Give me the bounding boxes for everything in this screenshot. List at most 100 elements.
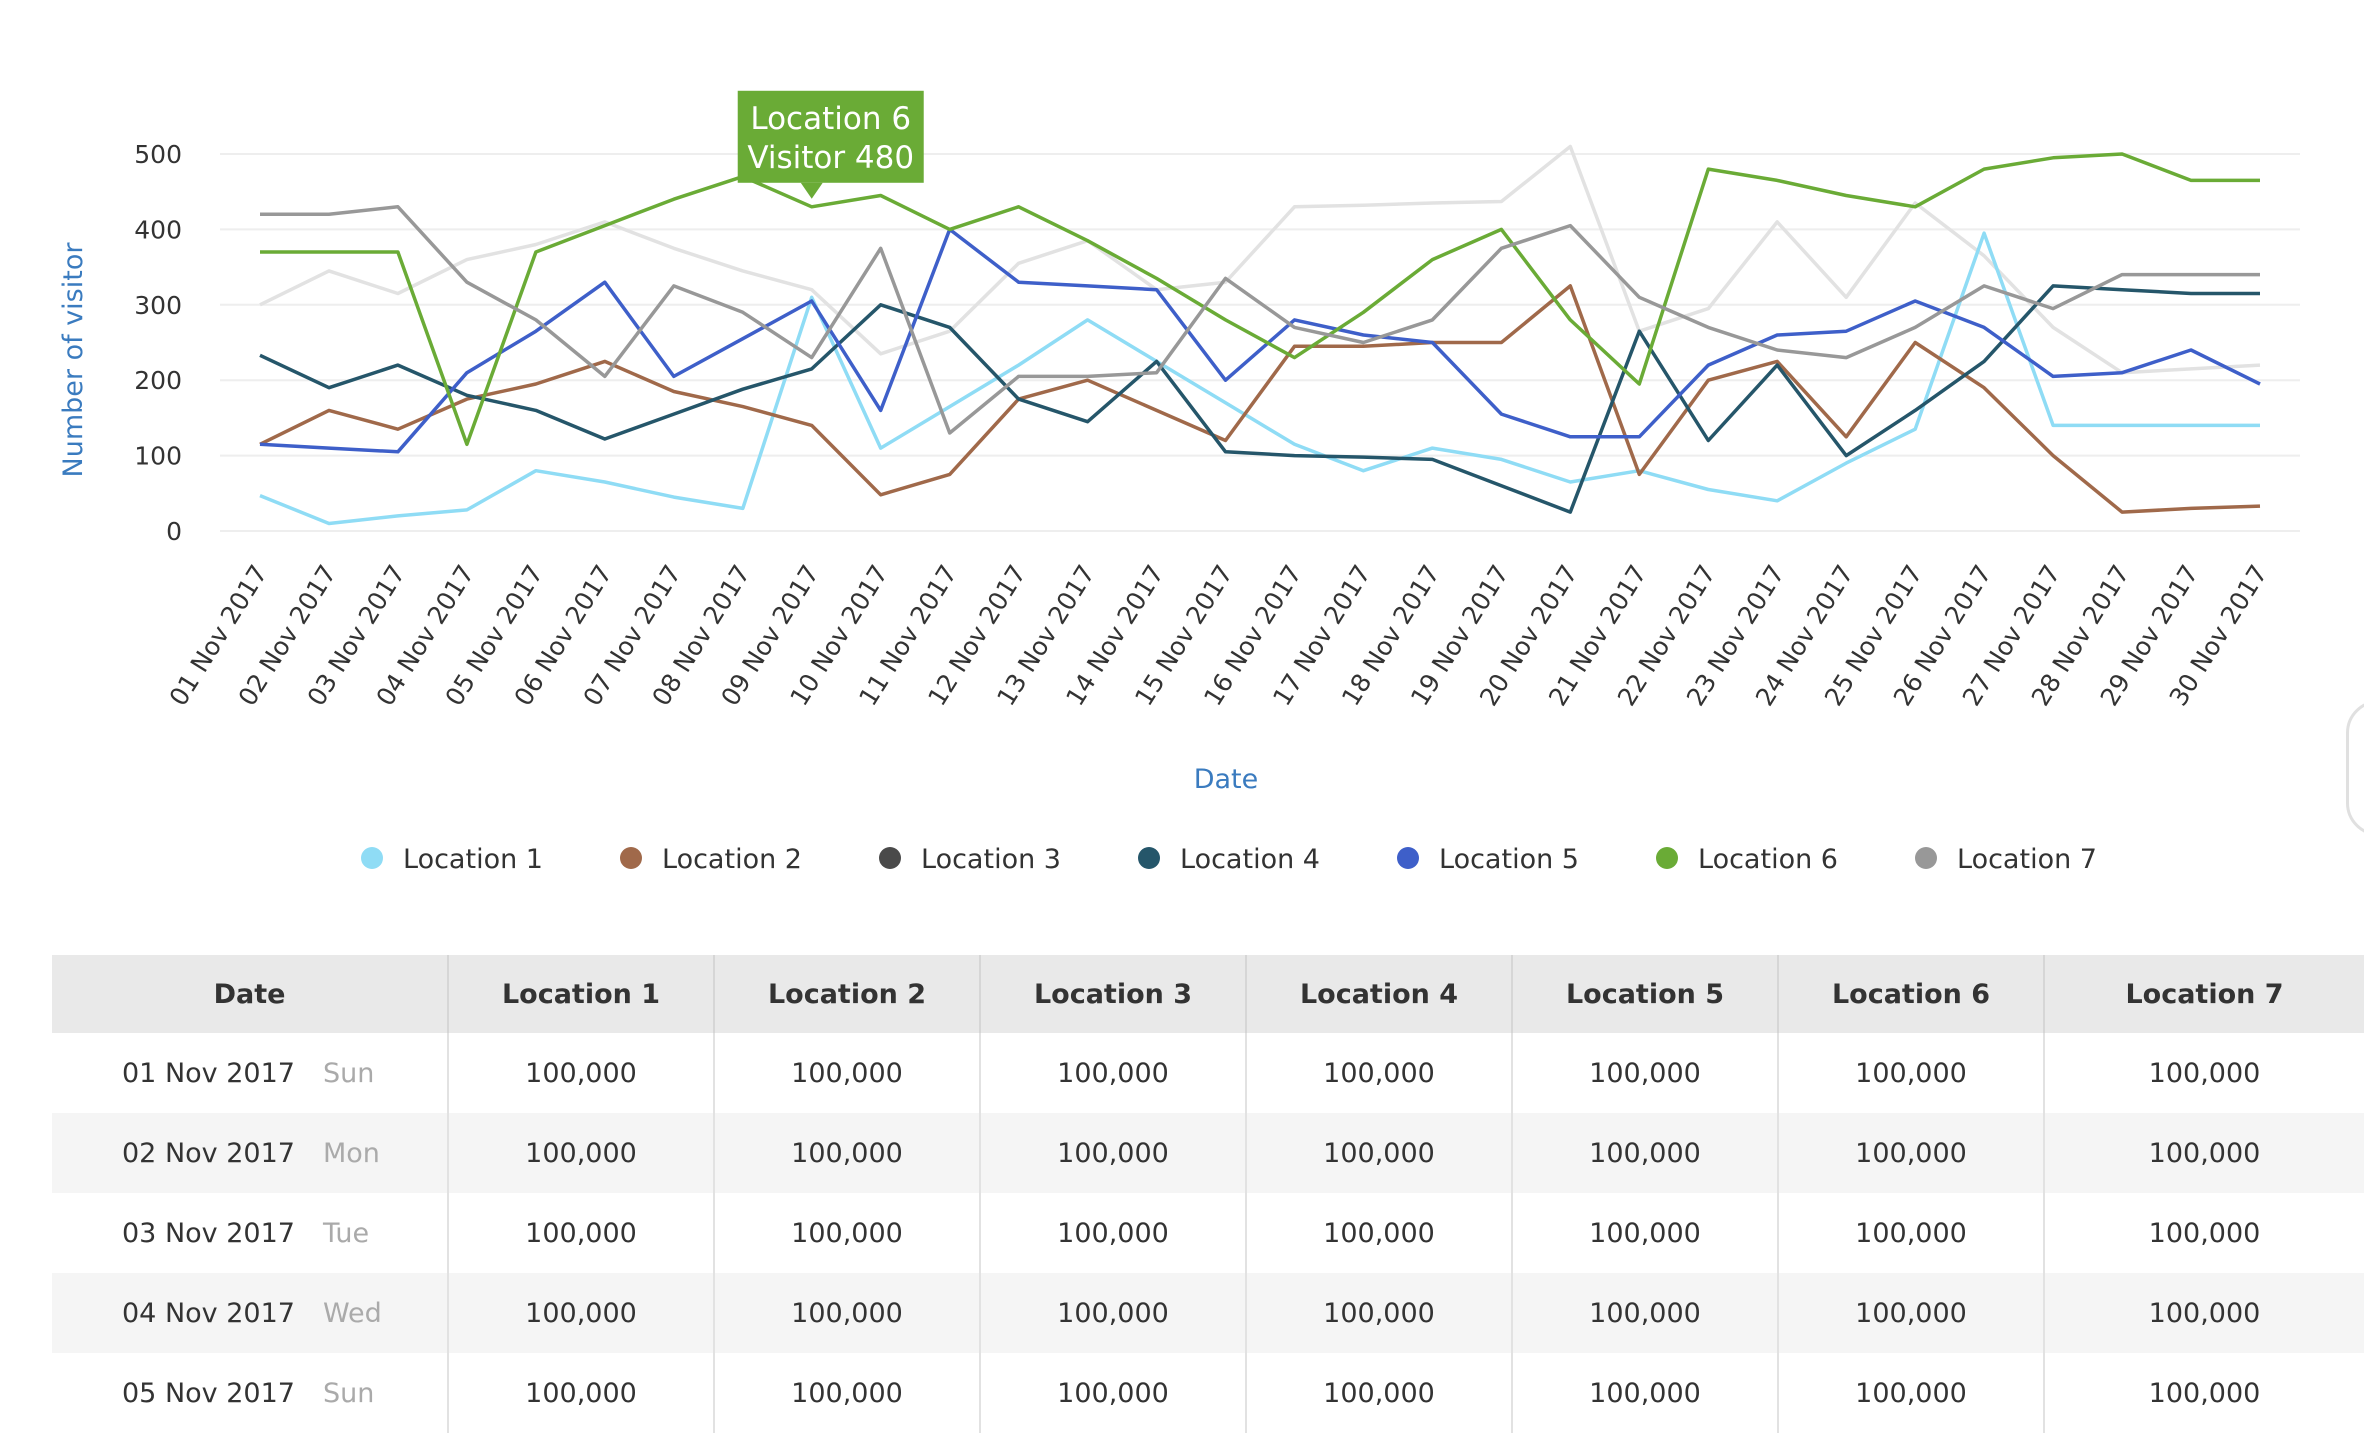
value-cell: 100,000: [714, 1193, 981, 1273]
value-cell: 100,000: [1246, 1193, 1513, 1273]
y-tick-label: 400: [134, 215, 182, 244]
legend-label: Location 6: [1698, 844, 1838, 875]
column-header[interactable]: Date: [52, 955, 449, 1033]
weekday-text: Mon: [322, 1137, 380, 1169]
weekday-text: Sun: [322, 1377, 375, 1409]
visitor-data-table: Date Location 1 Location 2 Location 3 Locati…: [52, 955, 2364, 1433]
column-header[interactable]: Location 4: [1246, 955, 1513, 1033]
date-cell: 03 Nov 2017 Tue: [52, 1193, 449, 1273]
value-cell: 100,000: [2148, 1377, 2261, 1409]
value-cell: 100,000: [1778, 1193, 2045, 1273]
table-row: 04 Nov 2017 Wed 100,000 100,000 100,000 100,0…: [52, 1273, 2364, 1353]
legend-label: Location 1: [403, 844, 543, 875]
value-cell: 100,000: [1512, 1193, 1779, 1273]
legend-item-location-2: Location 2: [620, 844, 802, 875]
legend-item-location-1: Location 1: [361, 844, 543, 875]
legend-swatch: [361, 847, 383, 869]
y-tick-label: 500: [134, 140, 182, 169]
value-cell: 100,000: [448, 1193, 715, 1273]
legend-swatch: [1656, 847, 1678, 869]
value-cell: 100,000: [980, 1193, 1247, 1273]
value-cell: 100,000: [1512, 1113, 1779, 1193]
value-cell: 100,000: [1512, 1033, 1779, 1113]
column-header[interactable]: Location 1: [448, 955, 715, 1033]
value-cell: 100,000: [448, 1033, 715, 1113]
date-cell: 04 Nov 2017 Wed: [52, 1273, 449, 1353]
legend-item-location-5: Location 5: [1397, 844, 1579, 875]
table-body: 01 Nov 2017 Sun 100,000 100,000 100,000 100,0…: [52, 1033, 2364, 1433]
table-row: 01 Nov 2017 Sun 100,000 100,000 100,000 100,0…: [52, 1033, 2364, 1113]
series-lines: [259, 152, 2261, 526]
table-row: 02 Nov 2017 Mon 100,000 100,000 100,000 100,0…: [52, 1113, 2364, 1193]
y-tick-label: 0: [166, 517, 182, 546]
value-cell: 100,000: [2044, 1273, 2364, 1353]
legend-swatch: [1138, 847, 1160, 869]
date-text: 05 Nov 2017: [122, 1377, 295, 1409]
y-axis-title: Number of visitor: [58, 242, 89, 478]
value-cell: 100,000: [2148, 1217, 2261, 1249]
legend-label: Location 4: [1180, 844, 1320, 875]
column-header[interactable]: Location 2: [714, 955, 981, 1033]
value-cell: 100,000: [1246, 1273, 1513, 1353]
value-cell: 100,000: [1246, 1113, 1513, 1193]
date-cell: 02 Nov 2017 Mon: [52, 1113, 449, 1193]
value-cell: 100,000: [1778, 1273, 2045, 1353]
value-cell: 100,000: [448, 1113, 715, 1193]
weekday-text: Sun: [322, 1057, 375, 1089]
column-header[interactable]: Location 6: [1778, 955, 2045, 1033]
table-header-row: Date Location 1 Location 2 Location 3 Locati…: [52, 955, 2364, 1033]
value-cell: 100,000: [1778, 1353, 2045, 1433]
value-cell: 100,000: [714, 1113, 981, 1193]
data-tooltip: Location 6Visitor 480: [737, 90, 924, 199]
value-cell: 100,000: [2148, 1057, 2261, 1089]
column-header[interactable]: Location 5: [1512, 955, 1779, 1033]
value-cell: 100,000: [1778, 1113, 2045, 1193]
y-tick-label: 300: [134, 291, 182, 320]
date-text: 02 Nov 2017: [122, 1137, 295, 1169]
legend-item-location-4: Location 4: [1138, 844, 1320, 875]
y-axis-ticks: 0 100 200 300 400 500: [134, 140, 182, 546]
y-tick-label: 100: [134, 442, 182, 471]
y-tick-label: 200: [134, 366, 182, 395]
x-axis-ticks: 01 Nov 201702 Nov 201703 Nov 201704 Nov …: [164, 560, 2273, 711]
value-cell: 100,000: [714, 1273, 981, 1353]
value-cell: 100,000: [448, 1273, 715, 1353]
tooltip-pointer: [800, 182, 823, 199]
date-text: 03 Nov 2017: [122, 1217, 295, 1249]
value-cell: 100,000: [1512, 1353, 1779, 1433]
chart-legend: Location 1 Location 2 Location 3 Location 4…: [361, 844, 2097, 875]
value-cell: 100,000: [980, 1273, 1247, 1353]
legend-label: Location 2: [662, 844, 802, 875]
visitor-line-chart: 0 100 200 300 400 500 Number of visitor 01 No…: [58, 90, 2300, 875]
weekday-text: Wed: [322, 1297, 382, 1329]
table-row: 03 Nov 2017 Tue 100,000 100,000 100,000 100,0…: [52, 1193, 2364, 1273]
legend-item-location-3: Location 3: [879, 844, 1061, 875]
value-cell: 100,000: [1246, 1033, 1513, 1113]
value-cell: 100,000: [1246, 1353, 1513, 1433]
scroll-handle[interactable]: [2346, 700, 2364, 836]
value-cell: 100,000: [2044, 1113, 2364, 1193]
legend-swatch: [879, 847, 901, 869]
value-cell: 100,000: [980, 1113, 1247, 1193]
date-text: 04 Nov 2017: [122, 1297, 295, 1329]
value-cell: 100,000: [714, 1353, 981, 1433]
legend-swatch: [1915, 847, 1937, 869]
column-header[interactable]: Location 7: [2044, 955, 2364, 1033]
x-axis-title: Date: [1194, 764, 1259, 795]
visitor-data-table-container: Date Location 1 Location 2 Location 3 Locati…: [52, 955, 2364, 1434]
table-row: 05 Nov 2017 Sun 100,000 100,000 100,000 100,0…: [52, 1353, 2364, 1433]
legend-swatch: [620, 847, 642, 869]
value-cell: 100,000: [980, 1353, 1247, 1433]
value-cell: 100,000: [714, 1033, 981, 1113]
legend-label: Location 3: [921, 844, 1061, 875]
date-text: 01 Nov 2017: [122, 1057, 295, 1089]
value-cell: 100,000: [980, 1033, 1247, 1113]
tooltip-line-series: Location 6: [750, 101, 911, 137]
legend-label: Location 5: [1439, 844, 1579, 875]
column-header[interactable]: Location 3: [980, 955, 1247, 1033]
legend-item-location-6: Location 6: [1656, 844, 1838, 875]
tooltip-line-value: Visitor 480: [747, 140, 914, 176]
weekday-text: Tue: [322, 1217, 370, 1249]
date-cell: 01 Nov 2017 Sun: [52, 1033, 449, 1113]
legend-label: Location 7: [1957, 844, 2097, 875]
